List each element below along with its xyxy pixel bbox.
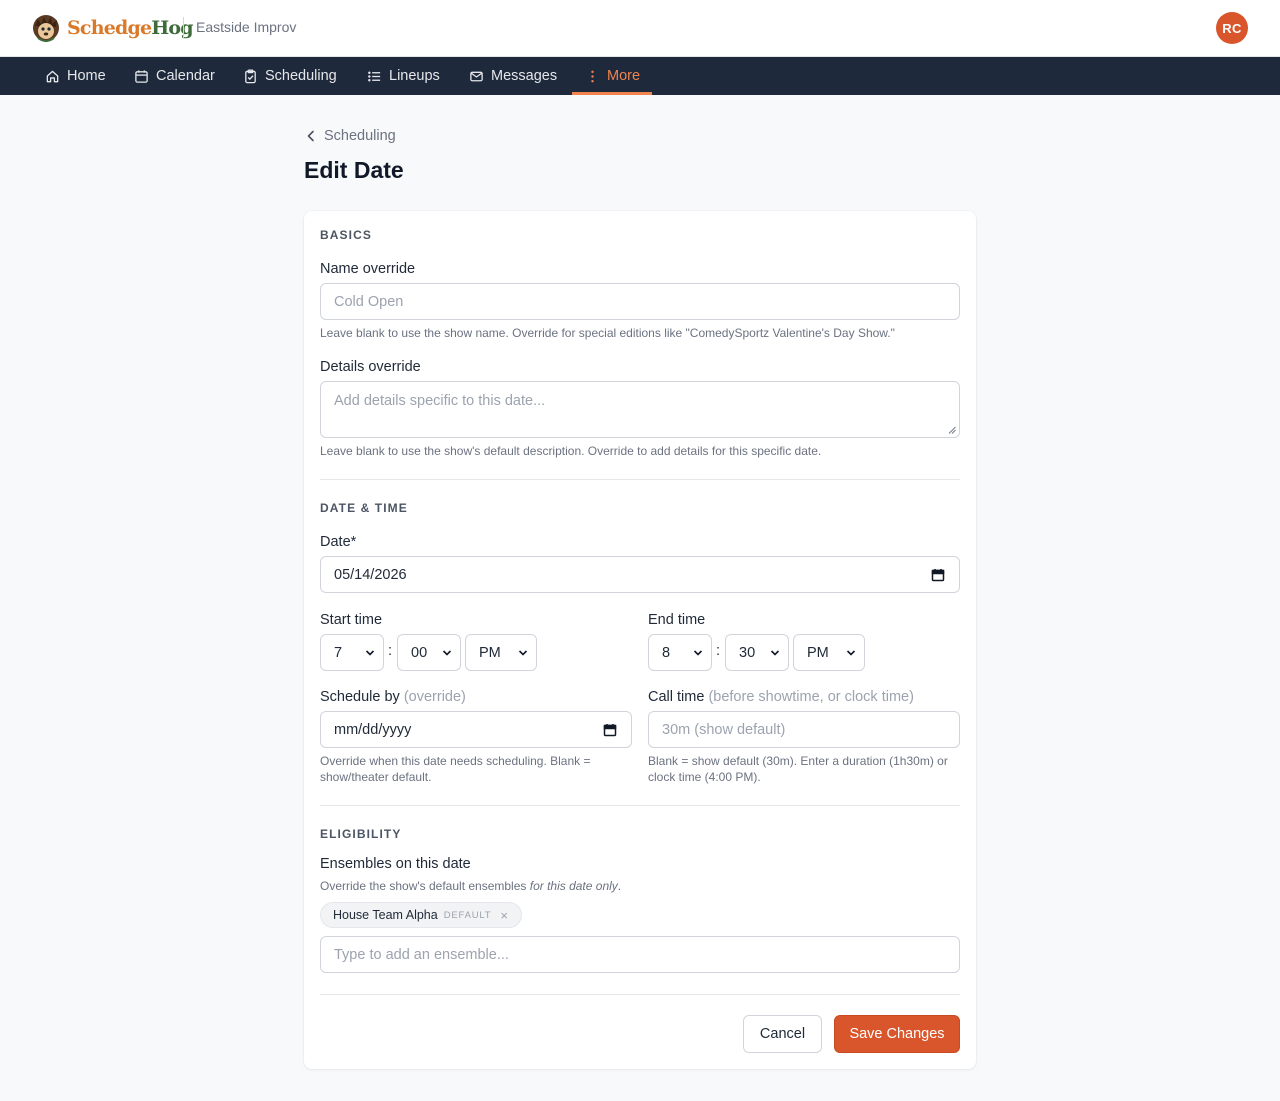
nav-item-home[interactable]: Home [45, 57, 106, 95]
start-hour-select[interactable]: 7 [320, 634, 384, 671]
schedule-by-input[interactable]: mm/dd/yyyy [320, 711, 632, 748]
end-minute-select[interactable]: 30 [725, 634, 789, 671]
chevron-down-icon [365, 650, 375, 656]
page-title: Edit Date [304, 157, 404, 183]
start-time-label: Start time [320, 612, 383, 628]
calendar-icon [135, 69, 148, 83]
ensembles-label: Ensembles on this date [320, 856, 471, 872]
date-input[interactable]: 05/14/2026 [320, 556, 960, 593]
details-override-textarea[interactable]: Add details specific to this date... [320, 381, 960, 438]
ensembles-help: Override the show's default ensembles fo… [320, 878, 960, 894]
details-override-help: Leave blank to use the show's default de… [320, 444, 822, 458]
schedule-by-label: Schedule by (override) [320, 689, 466, 705]
hedgehog-logo-icon [33, 15, 59, 42]
ensembles-help-text: Override the show's default ensembles [320, 879, 530, 893]
call-time-input[interactable]: 30m (show default) [648, 711, 960, 748]
name-override-label: Name override [320, 261, 416, 277]
name-override-input[interactable]: Cold Open [320, 283, 960, 320]
ensemble-chip-name: House Team Alpha [333, 908, 438, 922]
nav-label-calendar: Calendar [156, 68, 215, 84]
details-override-placeholder: Add details specific to this date... [334, 393, 546, 409]
app-logo[interactable]: SchedgeHog [32, 13, 194, 43]
call-time-label-note: (before showtime, or clock time) [708, 689, 914, 705]
cancel-button[interactable]: Cancel [743, 1015, 822, 1053]
section-heading-basics: BASICS [320, 228, 372, 242]
default-badge: DEFAULT [443, 909, 492, 921]
ensembles-help-end: . [617, 879, 622, 893]
back-link-label: Scheduling [324, 128, 396, 144]
chevron-down-icon [693, 650, 703, 656]
section-heading-eligibility: ELIGIBILITY [320, 827, 402, 841]
section-divider [320, 805, 960, 806]
ensemble-chip: House Team Alpha DEFAULT × [320, 902, 522, 928]
date-label: Date* [320, 534, 357, 550]
schedule-by-label-text: Schedule by [320, 689, 400, 705]
details-override-label: Details override [320, 359, 421, 375]
back-link[interactable]: Scheduling [304, 128, 396, 144]
chevron-down-icon [846, 650, 856, 656]
schedule-by-help: Override when this date needs scheduling… [320, 754, 591, 784]
header-divider [183, 17, 184, 39]
top-bar: SchedgeHog Eastside Improv RC [0, 0, 1280, 57]
list-icon [368, 71, 381, 81]
nav-label-more: More [607, 68, 641, 84]
more-vertical-icon [591, 70, 594, 82]
section-divider [320, 479, 960, 480]
end-hour-value: 8 [662, 644, 671, 661]
ensemble-search-placeholder: Type to add an ensemble... [334, 946, 509, 963]
call-time-label-text: Call time [648, 689, 705, 705]
time-separator: : [388, 643, 393, 659]
name-override-help: Leave blank to use the show name. Overri… [320, 326, 895, 340]
resize-handle-icon[interactable] [948, 426, 956, 434]
main-nav: Home Calendar Scheduling Lineups Message… [0, 57, 1280, 95]
end-period-value: PM [807, 644, 829, 661]
start-period-select[interactable]: PM [465, 634, 537, 671]
chevron-down-icon [442, 650, 452, 656]
schedule-by-label-note: (override) [403, 689, 466, 705]
start-minute-value: 00 [411, 644, 428, 661]
nav-label-messages: Messages [491, 68, 558, 84]
calendar-picker-icon[interactable] [603, 723, 617, 737]
start-minute-select[interactable]: 00 [397, 634, 461, 671]
chevron-down-icon [518, 650, 528, 656]
organization-name: Eastside Improv [196, 19, 297, 35]
start-period-value: PM [479, 644, 501, 661]
nav-item-more[interactable]: More [585, 57, 640, 95]
date-value: 05/14/2026 [334, 566, 407, 583]
calendar-picker-icon[interactable] [931, 568, 945, 582]
save-changes-button[interactable]: Save Changes [834, 1015, 960, 1053]
call-time-help: Blank = show default (30m). Enter a dura… [648, 754, 948, 784]
start-hour-value: 7 [334, 644, 343, 661]
call-time-label: Call time (before showtime, or clock tim… [648, 689, 914, 705]
end-minute-value: 30 [739, 644, 756, 661]
clipboard-check-icon [245, 68, 256, 83]
schedule-by-value: mm/dd/yyyy [334, 721, 412, 738]
nav-item-lineups[interactable]: Lineups [367, 57, 440, 95]
end-hour-select[interactable]: 8 [648, 634, 712, 671]
end-period-select[interactable]: PM [793, 634, 865, 671]
chevron-down-icon [770, 650, 780, 656]
ensemble-search-input[interactable]: Type to add an ensemble... [320, 936, 960, 973]
nav-active-indicator [572, 92, 652, 95]
chevron-left-icon [307, 130, 314, 142]
nav-item-scheduling[interactable]: Scheduling [243, 57, 337, 95]
nav-item-messages[interactable]: Messages [469, 57, 557, 95]
name-override-placeholder: Cold Open [334, 293, 404, 310]
nav-item-calendar[interactable]: Calendar [134, 57, 215, 95]
logo-wordmark: SchedgeHog [67, 17, 194, 39]
section-heading-date-time: DATE & TIME [320, 501, 408, 515]
end-time-label: End time [648, 612, 706, 628]
ensembles-help-emphasis: for this date only [529, 879, 618, 893]
time-separator: : [716, 643, 721, 659]
nav-label-lineups: Lineups [389, 68, 440, 84]
section-divider [320, 994, 960, 995]
remove-chip-icon[interactable]: × [500, 908, 508, 923]
mail-icon [470, 71, 483, 81]
home-icon [46, 70, 59, 82]
nav-label-home: Home [67, 68, 106, 84]
user-avatar[interactable]: RC [1216, 12, 1248, 44]
call-time-placeholder: 30m (show default) [662, 721, 786, 738]
nav-label-scheduling: Scheduling [265, 68, 337, 84]
